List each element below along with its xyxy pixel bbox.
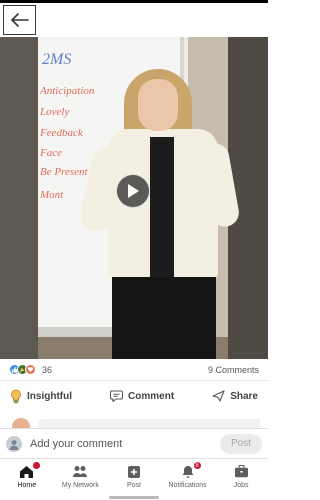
reaction-icons[interactable] <box>9 364 36 375</box>
comment-button[interactable]: Comment <box>110 390 174 402</box>
board-title: 2MS <box>42 51 72 68</box>
board-line: Be Present <box>40 166 88 178</box>
send-icon <box>212 390 225 402</box>
home-indicator[interactable] <box>109 496 159 499</box>
speaker-blouse <box>150 137 174 277</box>
board-line: Anticipation <box>40 85 95 97</box>
reaction-count[interactable]: 36 <box>42 365 52 375</box>
board-line: Mont <box>40 189 64 201</box>
tab-home[interactable]: Home <box>0 459 54 494</box>
comment-bubble <box>38 419 260 428</box>
speaker-face <box>138 79 178 131</box>
bell-icon: 8 <box>180 461 202 479</box>
post-button[interactable]: Post <box>220 433 262 454</box>
comment-label: Comment <box>128 390 175 402</box>
briefcase-icon <box>233 464 249 479</box>
header <box>0 3 268 37</box>
board-line: Face <box>40 147 62 159</box>
notifications-badge: 8 <box>192 461 202 470</box>
avatar <box>6 435 22 452</box>
commenter-avatar <box>12 418 30 428</box>
comment-count[interactable]: 9 Comments <box>208 365 259 375</box>
network-icon <box>72 464 88 479</box>
comment-preview[interactable] <box>8 414 260 428</box>
insightful-button[interactable]: Insightful <box>10 389 72 404</box>
home-badge <box>31 461 41 470</box>
speaker-legs <box>112 277 216 359</box>
tab-label: Jobs <box>233 482 249 489</box>
comment-icon <box>110 390 124 402</box>
play-icon <box>128 184 139 198</box>
tab-jobs[interactable]: Jobs <box>214 459 268 494</box>
home-icon <box>19 461 41 479</box>
share-button[interactable]: Share <box>212 390 258 402</box>
comment-input[interactable] <box>30 437 220 450</box>
tab-post[interactable]: Post <box>107 459 161 494</box>
tab-label: Home <box>17 482 37 489</box>
tab-notifications[interactable]: 8 Notifications <box>161 459 215 494</box>
insightful-label: Insightful <box>27 390 72 402</box>
wall-left <box>0 37 38 359</box>
action-bar: Insightful Comment Share <box>0 381 268 411</box>
tab-label: Notifications <box>168 482 207 489</box>
tab-label: Post <box>126 482 141 489</box>
video-player[interactable]: 2MS Anticipation Lovely Feedback Face Be… <box>0 37 268 359</box>
board-line: Lovely <box>40 106 70 118</box>
plus-box-icon <box>126 464 142 479</box>
comment-bar: Post <box>0 428 268 458</box>
tab-my-network[interactable]: My Network <box>54 459 108 494</box>
tab-label: My Network <box>61 482 99 489</box>
share-label: Share <box>230 390 258 402</box>
arrow-left-icon <box>10 13 29 27</box>
play-button[interactable] <box>116 174 150 208</box>
lightbulb-icon <box>11 389 21 403</box>
bottom-navigation: Home My Network Post 8 Notifications Job… <box>0 458 268 494</box>
board-line: Feedback <box>40 127 83 139</box>
user-icon <box>9 439 19 450</box>
social-counts: 36 9 Comments <box>0 359 268 381</box>
back-button[interactable] <box>3 5 36 35</box>
love-icon <box>25 364 36 375</box>
